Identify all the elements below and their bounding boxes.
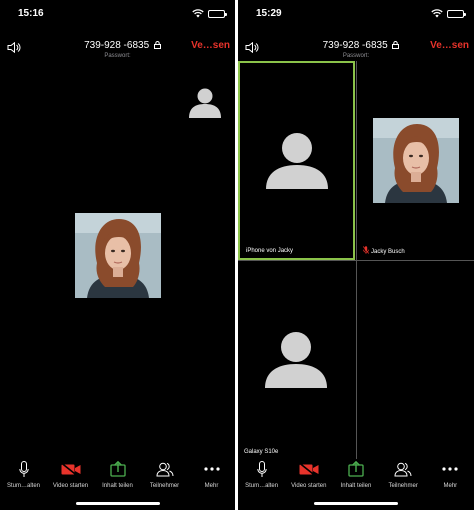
self-view-avatar (189, 86, 221, 118)
participants-icon (155, 460, 174, 478)
video-label: Video starten (291, 483, 327, 489)
more-label: Mehr (443, 483, 458, 489)
tile-name-label: Galaxy S10e (244, 449, 279, 455)
video-label: Video starten (52, 483, 89, 489)
video-tile-galaxy-s10e[interactable]: Galaxy S10e (238, 261, 355, 459)
video-tile-empty (357, 261, 474, 459)
battery-icon (447, 9, 466, 18)
lock-icon (392, 41, 400, 52)
home-indicator[interactable] (314, 502, 398, 505)
password-label: Passwort: (104, 53, 131, 59)
left-phone-screen: 15:16 739-928 -6835 Passwort: Ve…sen Stu… (0, 0, 235, 510)
video-off-icon (299, 460, 319, 478)
leave-button[interactable]: Ve…sen (191, 40, 230, 51)
tile-name-label: iPhone von Jacky (246, 248, 294, 254)
video-tile-jacky-busch[interactable]: Jacky Busch (357, 61, 474, 260)
meeting-header: 739-928 -6835 Passwort: Ve…sen (238, 34, 474, 60)
status-icons (431, 9, 466, 18)
status-icons (192, 9, 227, 18)
status-time: 15:29 (256, 8, 282, 19)
microphone-icon (18, 460, 29, 478)
woman-portrait-image (75, 213, 161, 298)
mute-label: Stum…alten (6, 483, 40, 489)
status-bar: 15:16 (0, 0, 235, 30)
participants-button[interactable]: Teilnehmer (142, 460, 188, 489)
meeting-id-text: 739-928 -6835 (84, 40, 150, 51)
person-placeholder-icon (189, 88, 221, 118)
home-indicator[interactable] (75, 502, 160, 505)
mute-button[interactable]: Stum…alten (239, 460, 285, 489)
person-placeholder-icon (266, 133, 328, 189)
mute-label: Stum…alten (245, 483, 279, 489)
participants-label: Teilnehmer (388, 483, 418, 489)
participants-label: Teilnehmer (149, 483, 180, 489)
more-dots-icon (442, 460, 458, 478)
mute-button[interactable]: Stum…alten (1, 460, 47, 489)
more-label: Mehr (204, 483, 219, 489)
meeting-id-text: 739-928 -6835 (322, 40, 388, 51)
meeting-header: 739-928 -6835 Passwort: Ve…sen (0, 34, 235, 60)
leave-button[interactable]: Ve…sen (430, 40, 469, 51)
participant-video (75, 213, 161, 298)
more-dots-icon (203, 460, 220, 478)
more-button[interactable]: Mehr (189, 460, 235, 489)
more-button[interactable]: Mehr (427, 460, 473, 489)
share-up-arrow-icon (109, 460, 126, 478)
share-button[interactable]: Inhalt teilen (95, 460, 141, 489)
share-up-arrow-icon (348, 460, 364, 478)
microphone-icon (256, 460, 267, 478)
mic-off-icon (362, 246, 370, 256)
woman-portrait-image (373, 118, 459, 203)
password-label: Passwort: (342, 53, 370, 59)
video-button[interactable]: Video starten (286, 460, 332, 489)
status-time: 15:16 (18, 8, 44, 19)
wifi-icon (431, 9, 443, 18)
person-placeholder-icon (265, 332, 327, 388)
participants-icon (394, 460, 412, 478)
share-button[interactable]: Inhalt teilen (333, 460, 379, 489)
share-label: Inhalt teilen (102, 483, 133, 489)
wifi-icon (192, 9, 204, 18)
share-label: Inhalt teilen (340, 483, 372, 489)
video-tile-iphone-von-jacky[interactable]: iPhone von Jacky (238, 61, 355, 260)
status-bar: 15:29 (238, 0, 474, 30)
right-phone-screen: 15:29 739-928 -6835 Passwort: Ve…sen iPh… (238, 0, 474, 510)
tile-name-label: Jacky Busch (362, 246, 405, 256)
participant-video (373, 118, 459, 203)
video-off-icon (61, 460, 81, 478)
lock-icon (153, 41, 161, 52)
participants-button[interactable]: Teilnehmer (380, 460, 426, 489)
battery-icon (208, 9, 227, 18)
video-button[interactable]: Video starten (48, 460, 94, 489)
tile-name-text: Jacky Busch (371, 249, 405, 255)
